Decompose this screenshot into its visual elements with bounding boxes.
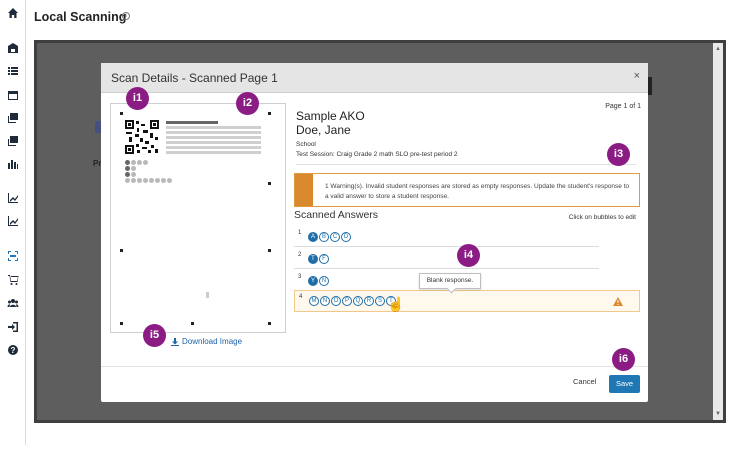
answer-row: 1 A B C D xyxy=(294,227,599,247)
answer-bubble-n[interactable]: N xyxy=(319,276,329,286)
answer-bubble-p[interactable]: P xyxy=(342,296,352,306)
download-image-link[interactable]: Download Image xyxy=(171,337,242,346)
answer-number: 4 xyxy=(299,294,303,300)
qr-code-image xyxy=(124,119,160,155)
student-second-line: Doe, Jane xyxy=(296,123,351,137)
export-icon[interactable] xyxy=(6,134,20,148)
answer-row-warning: 4 M N O P Q R S T xyxy=(294,290,640,312)
registration-mark xyxy=(268,182,271,185)
modal-header: Scan Details - Scanned Page 1 × xyxy=(101,63,648,93)
page-bubble-grid xyxy=(125,160,172,184)
answer-bubble-f[interactable]: F xyxy=(319,254,329,264)
registration-mark xyxy=(268,112,271,115)
page-indicator: Page 1 of 1 xyxy=(605,103,641,110)
modal-title: Scan Details - Scanned Page 1 xyxy=(111,71,278,85)
trend-icon[interactable] xyxy=(6,191,20,205)
registration-mark xyxy=(268,249,271,252)
warning-banner: 1 Warning(s). Invalid student responses … xyxy=(294,173,640,207)
blank-response-tooltip: Blank response. xyxy=(419,273,481,289)
page-header: Local Scanning i xyxy=(26,0,726,36)
edit-hint: Click on bubbles to edit xyxy=(568,214,636,221)
scroll-up-arrow[interactable]: ▲ xyxy=(714,45,722,53)
download-label: Download Image xyxy=(182,337,243,346)
footer-divider xyxy=(101,366,648,367)
svg-text:?: ? xyxy=(11,346,16,355)
login-icon[interactable] xyxy=(6,320,20,334)
callout-badge: i6 xyxy=(612,348,635,371)
answer-bubble-a[interactable]: A xyxy=(308,232,318,242)
answer-bubble-m[interactable]: M xyxy=(309,296,319,306)
callout-badge: i5 xyxy=(143,324,166,347)
callout-badge: i3 xyxy=(607,143,630,166)
registration-mark xyxy=(191,322,194,325)
warning-accent xyxy=(295,174,313,206)
scan-details-modal: Scan Details - Scanned Page 1 × Download… xyxy=(101,63,648,402)
student-first-line: Sample AKO xyxy=(296,109,365,123)
answer-options: Y N xyxy=(308,276,329,286)
answer-number: 2 xyxy=(298,252,302,258)
school-icon[interactable] xyxy=(6,41,20,55)
scroll-down-arrow[interactable]: ▼ xyxy=(714,410,722,418)
scanned-page-preview[interactable] xyxy=(110,103,286,333)
school-label: School xyxy=(296,141,316,148)
home-icon[interactable] xyxy=(6,6,20,20)
answer-bubble-b[interactable]: B xyxy=(319,232,329,242)
answer-bubble-c[interactable]: C xyxy=(330,232,340,242)
download-icon xyxy=(171,337,179,346)
page-title: Local Scanning xyxy=(34,10,127,24)
answer-number: 1 xyxy=(298,230,302,236)
answer-options: A B C D xyxy=(308,232,351,242)
answer-bubble-t[interactable]: T xyxy=(308,254,318,264)
background-bar xyxy=(648,77,652,95)
answer-bubble-o[interactable]: O xyxy=(331,296,341,306)
registration-mark xyxy=(120,249,123,252)
registration-mark xyxy=(268,322,271,325)
answer-bubble-d[interactable]: D xyxy=(341,232,351,242)
warning-text: 1 Warning(s). Invalid student responses … xyxy=(325,183,630,200)
answer-row: 2 T F xyxy=(294,249,599,269)
answer-bubble-s[interactable]: S xyxy=(375,296,385,306)
test-session: Test Session: Craig Grade 2 math SLO pre… xyxy=(296,151,458,158)
scrollbar[interactable]: ▲ ▼ xyxy=(713,43,723,420)
hand-cursor-icon: ☝ xyxy=(387,296,405,312)
registration-mark xyxy=(120,322,123,325)
scan-icon[interactable] xyxy=(6,249,20,263)
answer-options: M N O P Q R S T xyxy=(309,296,396,306)
cancel-button[interactable]: Cancel xyxy=(573,377,596,386)
app-frame: ? Local Scanning i Pr ▲ ▼ Scan Details -… xyxy=(0,0,750,467)
calendar-icon[interactable] xyxy=(6,88,20,102)
answer-bubble-q[interactable]: Q xyxy=(353,296,363,306)
page-mark xyxy=(206,292,209,298)
users-icon[interactable] xyxy=(6,296,20,310)
answer-bubble-n[interactable]: N xyxy=(320,296,330,306)
answer-bubble-r[interactable]: R xyxy=(364,296,374,306)
trend2-icon[interactable] xyxy=(6,214,20,228)
page-header-lines xyxy=(166,121,261,156)
answer-number: 3 xyxy=(298,274,302,280)
save-button[interactable]: Save xyxy=(609,375,640,393)
left-navigation: ? xyxy=(0,0,26,445)
cart-icon[interactable] xyxy=(6,273,20,287)
callout-badge: i1 xyxy=(126,87,149,110)
registration-mark xyxy=(120,112,123,115)
answer-options: T F xyxy=(308,254,329,264)
info-icon[interactable]: i xyxy=(122,12,130,20)
scanned-answers-heading: Scanned Answers xyxy=(294,209,379,221)
answer-bubble-y[interactable]: Y xyxy=(308,276,318,286)
student-name: Sample AKO Doe, Jane xyxy=(296,109,365,137)
help-icon[interactable]: ? xyxy=(6,343,20,357)
callout-badge: i2 xyxy=(236,92,259,115)
close-icon[interactable]: × xyxy=(634,70,640,82)
page-bottom xyxy=(0,445,750,467)
warning-icon xyxy=(613,297,623,306)
inbox-icon[interactable] xyxy=(6,111,20,125)
list-icon[interactable] xyxy=(6,64,20,78)
callout-badge: i4 xyxy=(457,244,480,267)
chart-icon[interactable] xyxy=(6,157,20,171)
divider xyxy=(296,164,636,165)
